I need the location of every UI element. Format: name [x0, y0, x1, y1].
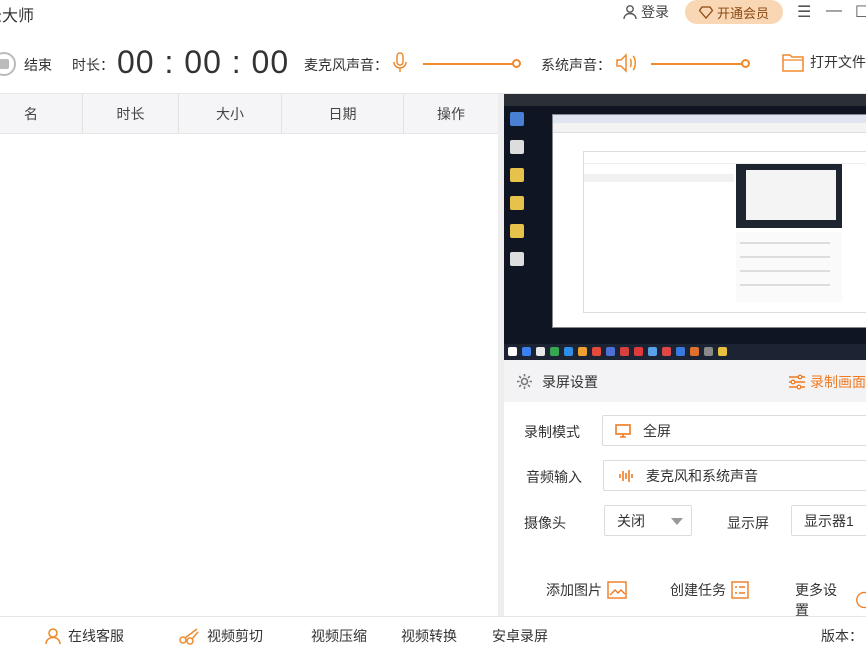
add-image-label: 添加图片 [546, 582, 602, 598]
column-name[interactable]: 名 [0, 94, 82, 134]
menu-icon[interactable]: ☰ [797, 2, 811, 22]
record-mode-value: 全屏 [643, 422, 671, 439]
video-compress-button[interactable]: 视频压缩 [311, 626, 367, 646]
mic-volume-handle[interactable] [512, 59, 521, 68]
record-area-label: 录制画面 [810, 374, 866, 390]
file-list [0, 134, 498, 616]
video-convert-button[interactable]: 视频转换 [401, 626, 457, 646]
system-volume-slider[interactable] [651, 63, 742, 65]
chevron-down-icon [671, 518, 683, 525]
more-settings-button[interactable]: 更多设置 [795, 580, 866, 620]
open-file-label: 打开文件 [810, 54, 866, 70]
desktop-icon [510, 140, 524, 154]
settings-title: 录屏设置 [542, 374, 598, 390]
camera-select[interactable]: 关闭 [604, 505, 692, 536]
version-label: 版本： [821, 628, 863, 644]
column-duration[interactable]: 时长 [82, 94, 178, 134]
file-table-header: 名 时长 大小 日期 操作 [0, 94, 498, 134]
record-mode-label: 录制模式 [524, 424, 580, 440]
audio-input-value: 麦克风和系统声音 [646, 467, 758, 484]
diamond-icon [698, 6, 713, 19]
minimize-icon[interactable]: — [826, 2, 842, 20]
title-bar: 录大师 登录 开通会员 ☰ — ☐ [0, 0, 866, 30]
open-file-button[interactable]: 打开文件 [782, 52, 866, 72]
display-label: 显示屏 [727, 515, 769, 531]
folder-icon [782, 54, 804, 72]
sliders-icon [789, 374, 805, 390]
system-volume-label: 系统声音： [541, 57, 611, 73]
record-area-button[interactable]: 录制画面 [788, 372, 866, 392]
desktop-icon [510, 252, 524, 266]
audio-input-select[interactable]: 麦克风和系统声音 [603, 460, 866, 491]
app-title: 录大师 [0, 8, 35, 25]
stop-icon[interactable] [0, 52, 16, 76]
system-volume-handle[interactable] [741, 59, 750, 68]
desktop-icon [510, 112, 524, 126]
online-service-label: 在线客服 [68, 628, 124, 644]
desktop-icon [510, 224, 524, 238]
timer: 00 : 00 : 00 [117, 44, 290, 80]
settings-icon [855, 591, 866, 609]
camera-value: 关闭 [617, 512, 645, 529]
create-task-label: 创建任务 [670, 582, 726, 598]
vip-button[interactable]: 开通会员 [685, 0, 783, 24]
task-list-icon [731, 581, 749, 599]
login-button[interactable]: 登录 [622, 2, 669, 22]
scissors-icon [179, 628, 199, 645]
preview-desktop [504, 106, 866, 344]
footer-bar: 在线客服 视频剪切 视频压缩 视频转换 安卓录屏 版本： [0, 616, 866, 650]
customer-service-icon [45, 628, 61, 645]
desktop-icon [510, 196, 524, 210]
audio-input-label: 音频输入 [526, 469, 582, 485]
preview-taskbar [504, 344, 866, 360]
vip-label: 开通会员 [716, 5, 769, 21]
maximize-icon[interactable]: ☐ [855, 2, 866, 22]
audio-wave-icon [619, 469, 633, 482]
microphone-icon[interactable] [392, 52, 408, 74]
login-label: 登录 [641, 4, 669, 20]
display-value: 显示器1 [804, 512, 854, 529]
more-settings-label: 更多设置 [795, 582, 837, 618]
mic-volume-label: 麦克风声音： [304, 57, 388, 73]
create-task-button[interactable]: 创建任务 [670, 580, 749, 600]
toolbar: 结束 时长： 00 : 00 : 00 麦克风声音： 系统声音： 打开文件 [0, 30, 866, 94]
gear-icon [517, 374, 532, 389]
column-date[interactable]: 日期 [281, 94, 403, 134]
settings-header: 录屏设置 录制画面 [504, 360, 866, 402]
android-record-button[interactable]: 安卓录屏 [492, 626, 548, 646]
mic-volume-slider[interactable] [423, 63, 513, 65]
display-select[interactable]: 显示器1 [791, 505, 866, 536]
settings-panel: 录制模式 全屏 音频输入 麦克风和系统声音 摄像头 关闭 显示屏 显示器1 添加… [504, 402, 866, 618]
video-cut-button[interactable]: 视频剪切 [179, 626, 263, 646]
column-size[interactable]: 大小 [178, 94, 281, 134]
speaker-icon[interactable] [615, 53, 639, 73]
camera-label: 摄像头 [524, 515, 566, 531]
video-cut-label: 视频剪切 [207, 628, 263, 644]
preview-browser-window [552, 114, 866, 328]
image-icon [607, 581, 627, 599]
user-icon [623, 5, 637, 20]
add-image-button[interactable]: 添加图片 [546, 580, 627, 600]
column-actions[interactable]: 操作 [403, 94, 498, 134]
screen-preview [504, 94, 866, 360]
monitor-icon [615, 423, 631, 438]
duration-label: 时长： [72, 57, 114, 73]
stop-button[interactable]: 结束 [24, 55, 52, 75]
desktop-icon [510, 168, 524, 182]
online-service-button[interactable]: 在线客服 [44, 626, 124, 646]
record-mode-select[interactable]: 全屏 [602, 415, 866, 446]
